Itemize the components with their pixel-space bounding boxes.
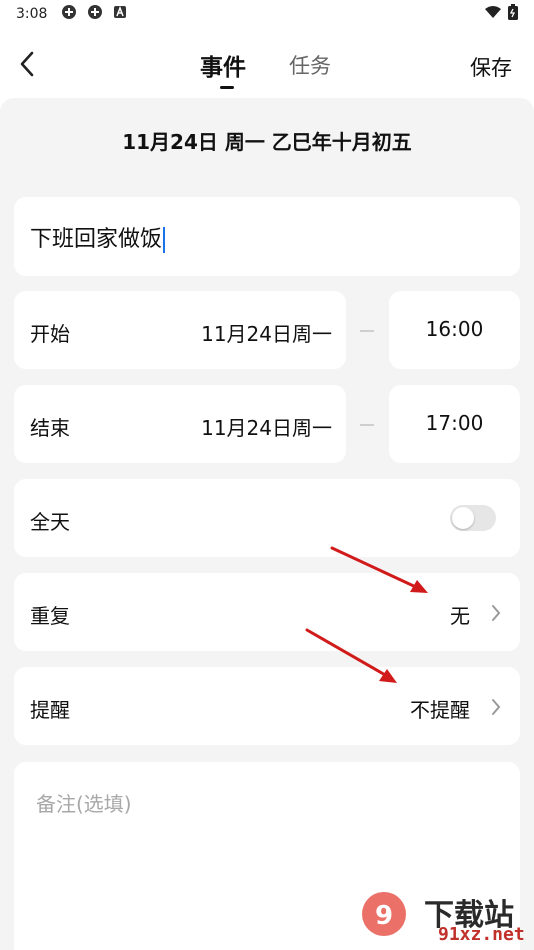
font-notification-icon xyxy=(113,5,127,23)
chevron-right-icon xyxy=(492,699,501,715)
end-time-field[interactable]: 17:00 xyxy=(389,385,520,463)
reminder-row[interactable]: 提醒 不提醒 xyxy=(14,667,520,745)
end-label: 结束 xyxy=(30,416,70,440)
end-time-value: 17:00 xyxy=(425,411,484,435)
chevron-right-icon xyxy=(492,605,501,621)
date-title: 11月24日 周一 乙巳年十月初五 xyxy=(122,130,412,154)
top-app-bar: 事件 任务 保存 xyxy=(0,36,534,96)
event-title-field[interactable]: 下班回家做饭 xyxy=(14,197,520,276)
save-button[interactable]: 保存 xyxy=(470,52,512,82)
start-date-value: 11月24日周一 xyxy=(201,322,332,346)
range-dash xyxy=(360,330,374,332)
wifi-icon xyxy=(484,5,502,23)
app-notification-icon xyxy=(61,4,77,24)
start-time-field[interactable]: 16:00 xyxy=(389,291,520,369)
repeat-value: 无 xyxy=(450,604,470,628)
back-button[interactable] xyxy=(14,48,42,80)
app-notification-icon xyxy=(87,4,103,24)
range-dash xyxy=(360,424,374,426)
all-day-row: 全天 xyxy=(14,479,520,557)
status-bar: 3:08 xyxy=(0,0,534,28)
end-date-field[interactable]: 结束 11月24日周一 xyxy=(14,385,346,463)
start-label: 开始 xyxy=(30,322,70,346)
reminder-label: 提醒 xyxy=(30,698,70,722)
all-day-toggle[interactable] xyxy=(450,505,496,531)
svg-text:9: 9 xyxy=(375,901,393,931)
toggle-knob xyxy=(452,507,474,529)
repeat-row[interactable]: 重复 无 xyxy=(14,573,520,651)
start-date-field[interactable]: 开始 11月24日周一 xyxy=(14,291,346,369)
status-time: 3:08 xyxy=(16,6,48,22)
reminder-value: 不提醒 xyxy=(410,698,470,722)
repeat-label: 重复 xyxy=(30,604,70,628)
chevron-left-icon xyxy=(20,51,34,77)
tab-indicator xyxy=(220,86,234,89)
text-caret xyxy=(163,227,166,253)
notes-placeholder: 备注(选填) xyxy=(36,792,132,816)
start-time-value: 16:00 xyxy=(425,317,484,341)
event-title-text[interactable]: 下班回家做饭 xyxy=(30,221,166,253)
end-date-value: 11月24日周一 xyxy=(201,416,332,440)
watermark-logo-icon: 9 xyxy=(362,892,406,936)
watermark: 9 下载站 91xz.net xyxy=(354,884,534,950)
event-form: 11月24日 周一 乙巳年十月初五 下班回家做饭 开始 11月24日周一 16:… xyxy=(0,98,534,950)
watermark-site: 91xz.net xyxy=(438,924,525,945)
all-day-label: 全天 xyxy=(30,510,70,534)
tab-event[interactable]: 事件 xyxy=(200,48,246,82)
battery-icon xyxy=(508,4,518,24)
tab-task[interactable]: 任务 xyxy=(289,50,331,80)
